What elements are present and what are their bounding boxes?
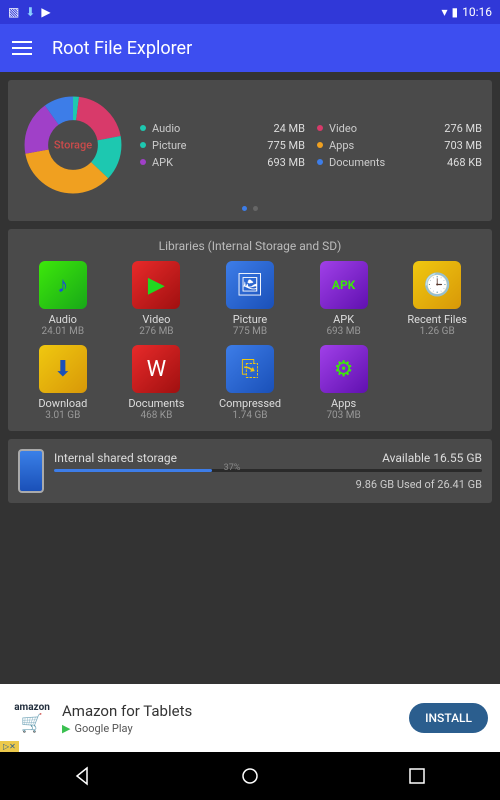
storage-donut: Storage xyxy=(18,90,128,200)
storage-legend: Audio24 MB Video276 MB Picture775 MB Apps70… xyxy=(140,122,482,169)
library-audio[interactable]: ♪Audio24.01 MB xyxy=(18,261,108,337)
recent-button[interactable] xyxy=(405,764,429,788)
play-icon: ▶ xyxy=(41,5,50,19)
battery-icon: ▮ xyxy=(452,5,459,19)
app-bar: Root File Explorer xyxy=(0,24,500,72)
phone-icon xyxy=(18,449,44,493)
legend-item-picture: Picture775 MB xyxy=(140,139,305,152)
page-indicator xyxy=(18,206,482,211)
clock: 10:16 xyxy=(462,5,492,19)
legend-item-apps: Apps703 MB xyxy=(317,139,482,152)
ad-title: Amazon for Tablets xyxy=(62,702,399,720)
back-button[interactable] xyxy=(71,764,95,788)
status-bar: ▧ ⬇ ▶ ▾ ▮ 10:16 xyxy=(0,0,500,24)
legend-item-apk: APK693 MB xyxy=(140,156,305,169)
library-picture[interactable]: 🖼Picture775 MB xyxy=(205,261,295,337)
donut-center-label: Storage xyxy=(54,139,92,152)
ad-banner[interactable]: amazon 🛒 Amazon for Tablets ▶ Google Pla… xyxy=(0,684,500,752)
internal-used: 9.86 GB Used of 26.41 GB xyxy=(54,478,482,491)
library-download[interactable]: ⬇Download3.01 GB xyxy=(18,345,108,421)
wifi-icon: ▾ xyxy=(441,5,447,19)
play-store-icon: ▶ xyxy=(62,722,70,735)
app-title: Root File Explorer xyxy=(52,38,192,59)
libraries-card: Libraries (Internal Storage and SD) ♪Aud… xyxy=(8,229,492,431)
legend-item-audio: Audio24 MB xyxy=(140,122,305,135)
progress-percent: 37% xyxy=(224,463,241,473)
home-button[interactable] xyxy=(238,764,262,788)
storage-progress: 37% xyxy=(54,469,482,472)
legend-item-documents: Documents468 KB xyxy=(317,156,482,169)
ad-badge[interactable]: ▷✕ xyxy=(0,741,19,752)
library-recent-files[interactable]: 🕒Recent Files1.26 GB xyxy=(392,261,482,337)
gallery-icon: ▧ xyxy=(8,5,19,19)
libraries-title: Libraries (Internal Storage and SD) xyxy=(18,239,482,253)
ad-subtitle: ▶ Google Play xyxy=(62,722,399,735)
nav-bar xyxy=(0,752,500,800)
library-video[interactable]: ▶Video276 MB xyxy=(112,261,202,337)
download-icon: ⬇ xyxy=(25,5,35,19)
install-button[interactable]: INSTALL xyxy=(409,703,488,733)
library-documents[interactable]: WDocuments468 KB xyxy=(112,345,202,421)
ad-logo: amazon 🛒 xyxy=(12,698,52,738)
library-apk[interactable]: APKAPK693 MB xyxy=(299,261,389,337)
storage-summary-card[interactable]: Storage Audio24 MB Video276 MB Picture775 … xyxy=(8,80,492,221)
library-apps[interactable]: ⚙Apps703 MB xyxy=(299,345,389,421)
legend-item-video: Video276 MB xyxy=(317,122,482,135)
internal-storage-card[interactable]: Internal shared storage Available 16.55 … xyxy=(8,439,492,503)
menu-button[interactable] xyxy=(12,41,32,55)
internal-name: Internal shared storage xyxy=(54,451,177,465)
internal-available: Available 16.55 GB xyxy=(382,451,482,465)
library-compressed[interactable]: ⎘Compressed1.74 GB xyxy=(205,345,295,421)
